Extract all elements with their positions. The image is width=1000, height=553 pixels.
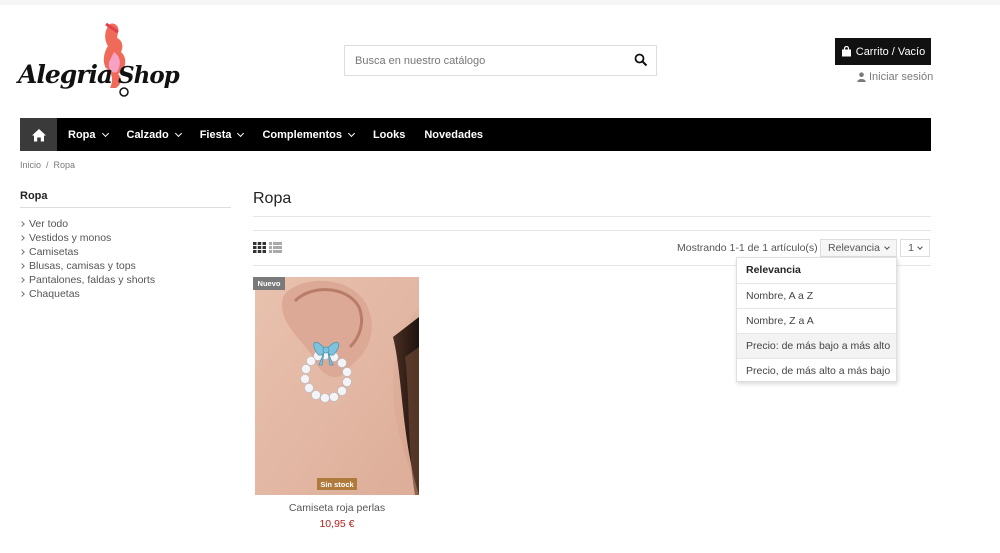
list-view-icon[interactable] (269, 242, 282, 253)
nav-item-label: Looks (372, 128, 406, 141)
logo-text-right: Shop (118, 62, 180, 89)
results-count: Mostrando 1-1 de 1 artículo(s) (677, 242, 818, 254)
product-photo (255, 277, 419, 495)
nav-item-label: Fiesta (199, 128, 232, 141)
main-nav: Ropa Calzado Fiesta Complementos Looks N… (20, 118, 931, 151)
sidebar-divider (20, 207, 231, 208)
search-icon[interactable] (634, 53, 648, 67)
search-box (344, 45, 657, 76)
sidebar-item-label: Vestidos y monos (29, 232, 112, 244)
nav-item-ropa[interactable]: Ropa (57, 118, 116, 151)
nav-item-novedades[interactable]: Novedades (413, 118, 491, 151)
chevron-right-icon (19, 235, 25, 241)
sort-option-price-asc[interactable]: Precio: de más bajo a más alto (737, 333, 896, 358)
chevron-down-icon (174, 129, 182, 137)
search-input[interactable] (345, 46, 625, 75)
sort-option-price-desc[interactable]: Precio, de más alto a más bajo (737, 358, 896, 383)
sidebar-item-camisetas[interactable]: Camisetas (19, 245, 155, 259)
product-name-link[interactable]: Camiseta roja perlas (253, 502, 421, 514)
nav-item-label: Novedades (424, 128, 484, 141)
login-link[interactable]: Iniciar sesión (857, 71, 933, 83)
chevron-right-icon (19, 291, 25, 297)
breadcrumb-item-ropa[interactable]: Ropa (54, 160, 76, 170)
user-icon (857, 72, 866, 82)
nav-home-button[interactable] (20, 118, 57, 151)
chevron-down-icon (237, 129, 245, 137)
sidebar-item-chaquetas[interactable]: Chaquetas (19, 287, 155, 301)
site-logo[interactable]: Alegria Shop (18, 22, 180, 102)
sidebar-item-ver-todo[interactable]: Ver todo (19, 217, 155, 231)
sidebar-item-label: Chaquetas (29, 288, 80, 300)
chevron-down-icon (101, 129, 109, 137)
sort-dropdown[interactable]: Relevancia (820, 239, 897, 257)
chevron-right-icon (19, 221, 25, 227)
per-page-dropdown[interactable]: 1 (900, 239, 930, 257)
sidebar-item-vestidos[interactable]: Vestidos y monos (19, 231, 155, 245)
nav-item-fiesta[interactable]: Fiesta (189, 118, 252, 151)
product-price: 10,95 € (319, 518, 355, 530)
home-icon (31, 128, 46, 141)
divider (253, 216, 931, 217)
nav-item-label: Complementos (262, 128, 342, 141)
nav-item-looks[interactable]: Looks (362, 118, 413, 151)
sort-option-relevancia[interactable]: Relevancia (737, 258, 896, 283)
top-strip (0, 0, 1000, 5)
chevron-down-icon (917, 243, 923, 250)
sort-option-name-desc[interactable]: Nombre, Z a A (737, 308, 896, 333)
breadcrumb: Inicio / Ropa (20, 160, 75, 170)
cart-label: Carrito / Vacío (855, 45, 926, 58)
sidebar-item-label: Camisetas (29, 246, 79, 258)
breadcrumb-item-inicio[interactable]: Inicio (20, 160, 41, 170)
sort-selected-label: Relevancia (828, 242, 880, 254)
sidebar-item-label: Blusas, camisas y tops (29, 260, 136, 272)
chevron-right-icon (19, 249, 25, 255)
chevron-right-icon (19, 263, 25, 269)
logo-text-left: Alegria (18, 60, 113, 89)
divider (253, 230, 931, 231)
sidebar-category-list: Ver todo Vestidos y monos Camisetas Blus… (19, 217, 156, 301)
shopping-bag-icon (841, 46, 851, 57)
sort-option-name-asc[interactable]: Nombre, A a Z (737, 283, 896, 308)
sidebar-item-pantalones[interactable]: Pantalones, faldas y shorts (19, 273, 156, 287)
sidebar-item-blusas[interactable]: Blusas, camisas y tops (19, 259, 155, 273)
cart-button[interactable]: Carrito / Vacío (835, 38, 931, 65)
chevron-right-icon (19, 277, 25, 283)
new-badge: Nuevo (253, 277, 285, 290)
nav-item-calzado[interactable]: Calzado (116, 118, 189, 151)
sort-dropdown-menu: Relevancia Nombre, A a Z Nombre, Z a A P… (736, 257, 897, 382)
sidebar-title: Ropa (20, 190, 48, 202)
per-page-selected-label: 1 (908, 242, 914, 254)
breadcrumb-separator: / (46, 160, 49, 170)
login-label: Iniciar sesión (869, 71, 934, 83)
sidebar-item-label: Ver todo (29, 218, 69, 230)
grid-view-icon[interactable] (253, 242, 266, 253)
chevron-down-icon (347, 129, 355, 137)
chevron-down-icon (884, 243, 890, 250)
sidebar-item-label: Pantalones, faldas y shorts (29, 274, 156, 286)
page-title: Ropa (253, 190, 292, 207)
out-of-stock-badge: Sin stock (317, 478, 357, 490)
nav-item-label: Ropa (68, 128, 96, 141)
product-image[interactable] (255, 277, 419, 495)
nav-item-label: Calzado (126, 128, 169, 141)
nav-item-complementos[interactable]: Complementos (251, 118, 361, 151)
